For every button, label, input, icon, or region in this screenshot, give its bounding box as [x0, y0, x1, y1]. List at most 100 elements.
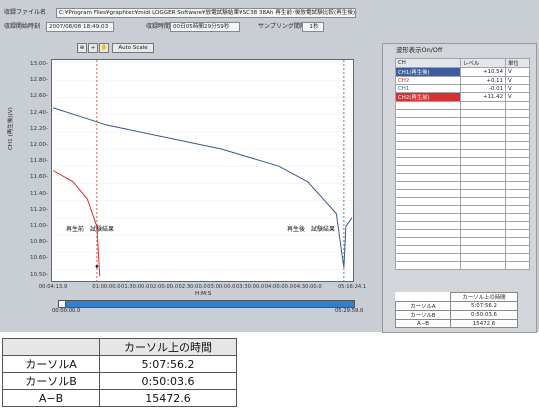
- x-tick-label: 05:16:24.1: [337, 284, 367, 290]
- channel-name[interactable]: CH2: [395, 76, 461, 85]
- x-axis-label: H:M:S: [195, 291, 212, 297]
- channel-name[interactable]: CH2(再生前): [395, 92, 461, 102]
- cursor-header: カーソル上の時間: [99, 338, 237, 356]
- cursor-a-value: 5:07:56.2: [450, 301, 518, 311]
- channel-row-empty: [395, 253, 530, 262]
- after-annotation: 再生後 試験結果: [287, 226, 336, 233]
- channel-row-empty: [395, 181, 530, 190]
- channel-row[interactable]: CH1 -0.01 V: [395, 84, 530, 93]
- cursor-diff-value: 15472.6: [99, 389, 237, 407]
- channel-name[interactable]: CH1: [395, 84, 461, 93]
- plus-button[interactable]: +: [88, 43, 98, 53]
- channel-name[interactable]: CH1(再生後): [395, 67, 461, 77]
- channel-unit: V: [505, 76, 530, 85]
- x-tick-label: 00:04:13.9: [38, 284, 68, 290]
- channel-row-empty: [395, 165, 530, 174]
- col-level-header: レベル: [460, 58, 506, 68]
- x-tick-label: 01:00:00.0: [92, 284, 121, 290]
- cursor-b-label: カーソルB: [395, 310, 451, 320]
- autoscale-button[interactable]: Auto Scale: [112, 43, 154, 53]
- channel-unit: V: [505, 67, 530, 77]
- time-scrollbar[interactable]: [58, 300, 355, 308]
- y-tick-label: 11.40-: [29, 190, 48, 197]
- channel-row-empty: [395, 205, 530, 214]
- channel-row-empty: [395, 117, 530, 126]
- before-annotation: 再生前 試験結果: [66, 226, 115, 233]
- interval-label: サンプリング間隔: [258, 23, 306, 30]
- y-tick-label: 11.00-: [29, 223, 48, 229]
- interval-field: 1秒: [302, 22, 324, 32]
- channel-row-empty: [395, 213, 530, 222]
- y-tick-label: 13.00-: [29, 61, 48, 67]
- x-tick-label: 03:30:00.0: [235, 284, 265, 290]
- channel-level: +11.42: [460, 92, 506, 102]
- channel-row[interactable]: CH1(再生後) +10.54 V: [395, 67, 530, 77]
- cursor-time-table-small: カーソル上の時間 カーソルA 5:07:56.2 カーソルB 0:50:03.6 A…: [395, 292, 518, 328]
- duration-label: 収録時間: [146, 23, 171, 30]
- cursor-b-value: 0:50:03.6: [99, 372, 237, 390]
- channel-row-empty: [395, 173, 530, 182]
- channel-level: +10.54: [460, 67, 506, 77]
- y-tick-label: 12.60-: [29, 93, 48, 100]
- channel-row-empty: [395, 221, 530, 230]
- waveform-panel-title: 波形表示On/Off: [396, 46, 443, 54]
- x-tick-label: 02:00:00.0: [149, 284, 178, 290]
- x-tick-label: 04:00:00.0: [264, 284, 293, 290]
- channel-row-empty: [395, 149, 530, 158]
- channel-row[interactable]: CH2 +0.11 V: [395, 76, 530, 85]
- channel-row-empty: [395, 189, 530, 198]
- y-axis-label: CH1 (再生後)(V): [8, 107, 14, 150]
- channel-unit: V: [505, 84, 530, 93]
- y-tick-label: 10.60-: [29, 255, 48, 262]
- y-tick-label: 10.80-: [29, 239, 48, 246]
- scroll-handle-left[interactable]: [58, 300, 66, 308]
- channel-row-empty: [395, 141, 530, 150]
- scroll-end-time: 05:29:59.0: [335, 308, 364, 314]
- cursor-diff-value: 15472.6: [450, 319, 518, 328]
- cursor-diff-label: A−B: [2, 389, 100, 407]
- cursor-time-table-large: カーソル上の時間 カーソルA 5:07:56.2 カーソルB 0:50:03.6 A…: [2, 338, 237, 407]
- chart-svg: [52, 60, 353, 309]
- channel-row-empty: [395, 229, 530, 238]
- channel-table: CH レベル 単位 CH1(再生後) +10.54 V CH2 +0.11 V …: [395, 58, 530, 270]
- scroll-start-time: 00:00:00.0: [52, 308, 81, 314]
- x-tick-label: 03:00:00.0: [207, 284, 236, 290]
- channel-row-empty: [395, 109, 530, 118]
- cursor-a-value: 5:07:56.2: [99, 355, 237, 373]
- x-tick-label: 01:30:00.0: [121, 284, 150, 290]
- cursor-a-label: カーソルA: [395, 301, 451, 311]
- cursor-header-blank: [2, 338, 100, 356]
- y-tick-label: 11.80-: [29, 158, 48, 165]
- cursor-b-value: 0:50:03.6: [450, 310, 518, 320]
- y-tick-label: 10.50-: [29, 271, 48, 278]
- y-tick-label: 12.80-: [29, 77, 48, 84]
- col-ch-header: CH: [395, 58, 461, 68]
- channel-level: -0.01: [460, 84, 506, 93]
- zoom-button[interactable]: ⊕: [77, 43, 87, 53]
- channel-row-empty: [395, 197, 530, 206]
- cursor-point: [95, 265, 99, 268]
- file-path-field: C:¥Program Files¥graphtec¥midi LOGGER So…: [56, 8, 356, 18]
- channel-row-empty: [395, 133, 530, 142]
- channel-row-empty: [395, 101, 530, 110]
- x-tick-label: 04:30:00.0: [293, 284, 322, 290]
- cursor-diff-label: A−B: [395, 319, 451, 328]
- cursor-header: カーソル上の時間: [450, 292, 518, 302]
- cursor-a-label: カーソルA: [2, 355, 100, 373]
- channel-row-empty: [395, 261, 530, 270]
- duration-field: 00日05時間29分59秒: [170, 22, 240, 32]
- start-time-label: 収録開始時刻: [4, 23, 41, 30]
- cursor-b-label: カーソルB: [2, 372, 100, 390]
- file-name-label: 収録ファイル名: [4, 9, 47, 16]
- y-tick-label: 11.60-: [29, 174, 48, 181]
- col-unit-header: 単位: [505, 58, 530, 68]
- hand-tool-button[interactable]: ✋: [99, 43, 109, 53]
- channel-level: +0.11: [460, 76, 506, 85]
- channel-unit: V: [505, 92, 530, 102]
- channel-row[interactable]: CH2(再生前) +11.42 V: [395, 92, 530, 102]
- plot-area[interactable]: [51, 59, 354, 309]
- channel-row-empty: [395, 237, 530, 246]
- y-tick-label: 11.20-: [29, 206, 48, 213]
- channel-row-empty: [395, 125, 530, 134]
- channel-row-empty: [395, 245, 530, 254]
